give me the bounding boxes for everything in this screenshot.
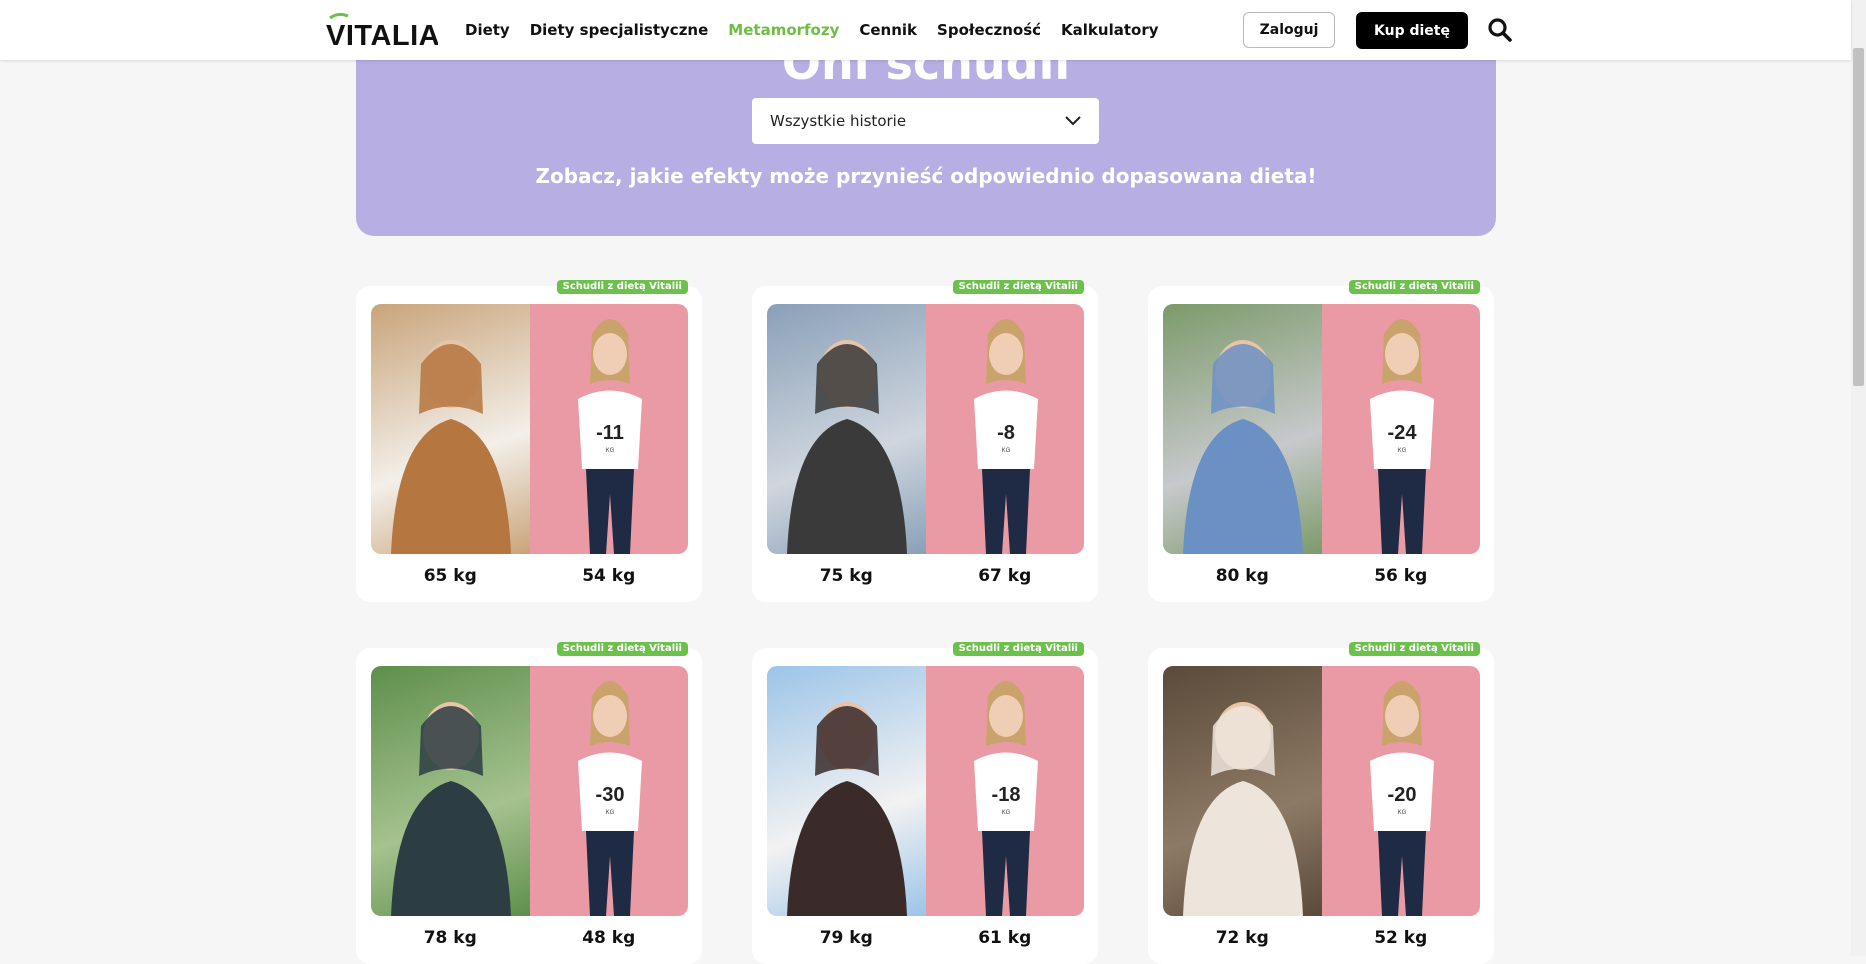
shirt-number: -30 [595, 784, 624, 806]
diet-badge: Schudli z dietą Vitalii [556, 642, 688, 656]
weight-values: 72 kg 52 kg [1163, 928, 1480, 948]
shirt-number: -18 [991, 784, 1020, 806]
weight-after: 52 kg [1374, 928, 1428, 948]
metamorphosis-card[interactable]: Schudli z dietą Vitalii -20 KG 72 kg 52 kg [1148, 642, 1494, 964]
shirt-number: -8 [997, 422, 1015, 444]
search-icon[interactable] [1487, 17, 1513, 43]
nav-item-cennik[interactable]: Cennik [859, 21, 917, 39]
diet-badge: Schudli z dietą Vitalii [952, 642, 1084, 656]
weight-values: 78 kg 48 kg [371, 928, 688, 948]
login-button[interactable]: Zaloguj [1243, 12, 1335, 48]
weight-values: 80 kg 56 kg [1163, 566, 1480, 586]
before-photo [1163, 666, 1322, 916]
site-header: VITALIA Diety Diety specjalistyczne Meta… [0, 0, 1851, 60]
before-photo [767, 666, 926, 916]
main-nav: Diety Diety specjalistyczne Metamorfozy … [465, 0, 1179, 60]
shirt-number: -11 [596, 422, 624, 444]
before-photo [767, 304, 926, 554]
nav-item-spolecznosc[interactable]: Społeczność [937, 21, 1041, 39]
weight-values: 75 kg 67 kg [767, 566, 1084, 586]
before-after-photo: -18 KG [767, 666, 1084, 916]
weight-values: 79 kg 61 kg [767, 928, 1084, 948]
metamorphosis-card[interactable]: Schudli z dietą Vitalii -24 KG 80 kg 56 kg [1148, 280, 1494, 602]
weight-before: 79 kg [819, 928, 873, 948]
shirt-unit: KG [605, 448, 614, 454]
shirt-unit: KG [1397, 448, 1406, 454]
weight-before: 72 kg [1215, 928, 1269, 948]
nav-item-diety-specjalistyczne[interactable]: Diety specjalistyczne [530, 21, 709, 39]
shirt-number: -24 [1387, 422, 1417, 444]
before-after-photo: -20 KG [1163, 666, 1480, 916]
after-photo: -20 KG [1321, 666, 1480, 916]
shirt-unit: KG [1001, 810, 1010, 816]
before-photo [371, 304, 530, 554]
weight-before: 78 kg [423, 928, 477, 948]
vitalia-logo[interactable]: VITALIA [326, 12, 438, 48]
diet-badge: Schudli z dietą Vitalii [1348, 642, 1480, 656]
weight-after: 67 kg [978, 566, 1032, 586]
weight-before: 80 kg [1215, 566, 1269, 586]
weight-after: 61 kg [978, 928, 1032, 948]
metamorphosis-card[interactable]: Schudli z dietą Vitalii -11 KG 65 kg 54 kg [356, 280, 702, 602]
buy-diet-button[interactable]: Kup dietę [1356, 12, 1468, 49]
weight-after: 48 kg [582, 928, 636, 948]
before-photo [371, 666, 530, 916]
before-after-photo: -24 KG [1163, 304, 1480, 554]
after-photo: -8 KG [925, 304, 1084, 554]
story-filter-select[interactable]: Wszystkie historie [752, 98, 1099, 144]
after-photo: -30 KG [529, 666, 688, 916]
after-photo: -18 KG [925, 666, 1084, 916]
hero-subtitle: Zobacz, jakie efekty może przynieść odpo… [535, 164, 1317, 188]
nav-item-metamorfozy[interactable]: Metamorfozy [728, 21, 839, 39]
scrollbar-thumb[interactable] [1853, 48, 1864, 386]
metamorphosis-card[interactable]: Schudli z dietą Vitalii -8 KG 75 kg 67 kg [752, 280, 1098, 602]
weight-before: 75 kg [819, 566, 873, 586]
hero-banner: Oni schudli Wszystkie historie Zobacz, j… [356, 40, 1496, 236]
weight-values: 65 kg 54 kg [371, 566, 688, 586]
weight-after: 54 kg [582, 566, 636, 586]
svg-text:VITALIA: VITALIA [326, 20, 438, 48]
before-after-photo: -30 KG [371, 666, 688, 916]
before-photo [1163, 304, 1322, 554]
diet-badge: Schudli z dietą Vitalii [556, 280, 688, 294]
before-after-photo: -11 KG [371, 304, 688, 554]
chevron-down-icon [1065, 116, 1081, 126]
after-photo: -11 KG [529, 304, 688, 554]
after-photo: -24 KG [1321, 304, 1480, 554]
shirt-unit: KG [1001, 448, 1010, 454]
shirt-number: -20 [1387, 784, 1416, 806]
diet-badge: Schudli z dietą Vitalii [1348, 280, 1480, 294]
metamorphosis-card[interactable]: Schudli z dietą Vitalii -30 KG 78 kg 48 kg [356, 642, 702, 964]
shirt-unit: KG [605, 810, 614, 816]
nav-item-kalkulatory[interactable]: Kalkulatory [1061, 21, 1158, 39]
before-after-photo: -8 KG [767, 304, 1084, 554]
metamorphosis-card[interactable]: Schudli z dietą Vitalii -18 KG 79 kg 61 kg [752, 642, 1098, 964]
shirt-unit: KG [1397, 810, 1406, 816]
weight-before: 65 kg [423, 566, 477, 586]
filter-selected-value: Wszystkie historie [770, 112, 907, 130]
nav-item-diety[interactable]: Diety [465, 21, 510, 39]
diet-badge: Schudli z dietą Vitalii [952, 280, 1084, 294]
weight-after: 56 kg [1374, 566, 1428, 586]
